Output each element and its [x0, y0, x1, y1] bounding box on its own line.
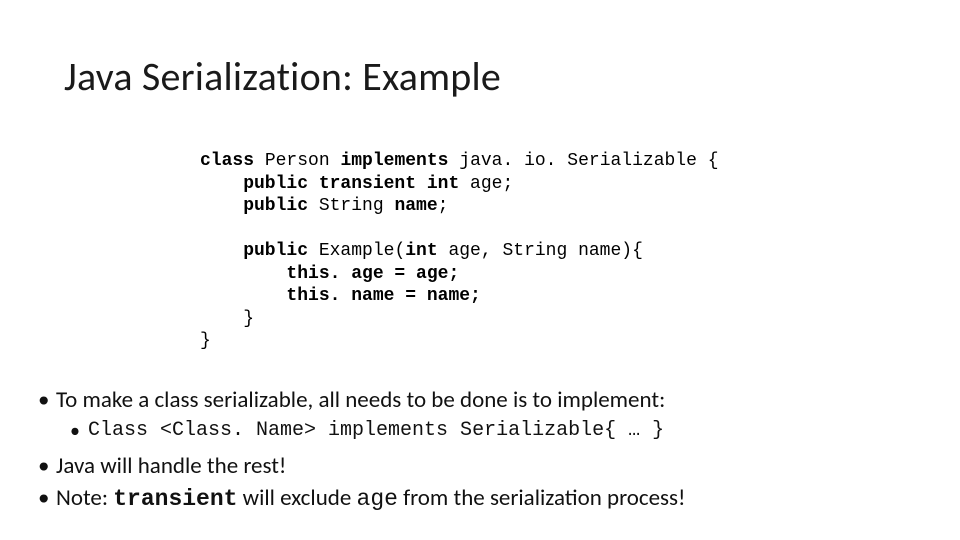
slide: Java Serialization: Example class Person…: [0, 0, 960, 540]
bullet-3-mid: will exclude: [237, 484, 356, 512]
code-line: }: [200, 331, 211, 351]
code-kw-public: public: [200, 241, 308, 261]
code-text: Example(: [308, 241, 405, 261]
bullet-item-2: Java will handle the rest!: [38, 452, 930, 482]
code-line: }: [200, 309, 254, 329]
code-text: java. io. Serializable {: [448, 151, 718, 171]
code-text: age;: [459, 174, 513, 194]
bullet-3-keyword: transient: [113, 486, 237, 512]
code-field-name: name: [394, 196, 437, 216]
code-kw-class: class: [200, 151, 254, 171]
code-kw-implements: implements: [340, 151, 448, 171]
code-line: this. name = name;: [200, 286, 481, 306]
bullet-item-1-sub: Class <Class. Name> implements Serializa…: [70, 418, 930, 444]
code-line: this. age = age;: [200, 264, 459, 284]
bullet-list: To make a class serializable, all needs …: [38, 386, 930, 517]
slide-title: Java Serialization: Example: [64, 52, 501, 101]
bullet-3-pre: Note:: [56, 484, 113, 512]
code-kw-public-transient-int: public transient int: [200, 174, 459, 194]
code-text: ;: [438, 196, 449, 216]
code-block: class Person implements java. io. Serial…: [200, 150, 719, 353]
code-text: age, String name){: [438, 241, 643, 261]
code-kw-int: int: [405, 241, 437, 261]
code-text: Person: [254, 151, 340, 171]
bullet-3-post: from the serialization process!: [398, 484, 686, 512]
bullet-item-1: To make a class serializable, all needs …: [38, 386, 930, 416]
bullet-item-3: Note: transient will exclude age from th…: [38, 484, 930, 515]
bullet-3-code: age: [357, 486, 398, 512]
code-kw-public: public: [200, 196, 308, 216]
code-text: String: [308, 196, 394, 216]
